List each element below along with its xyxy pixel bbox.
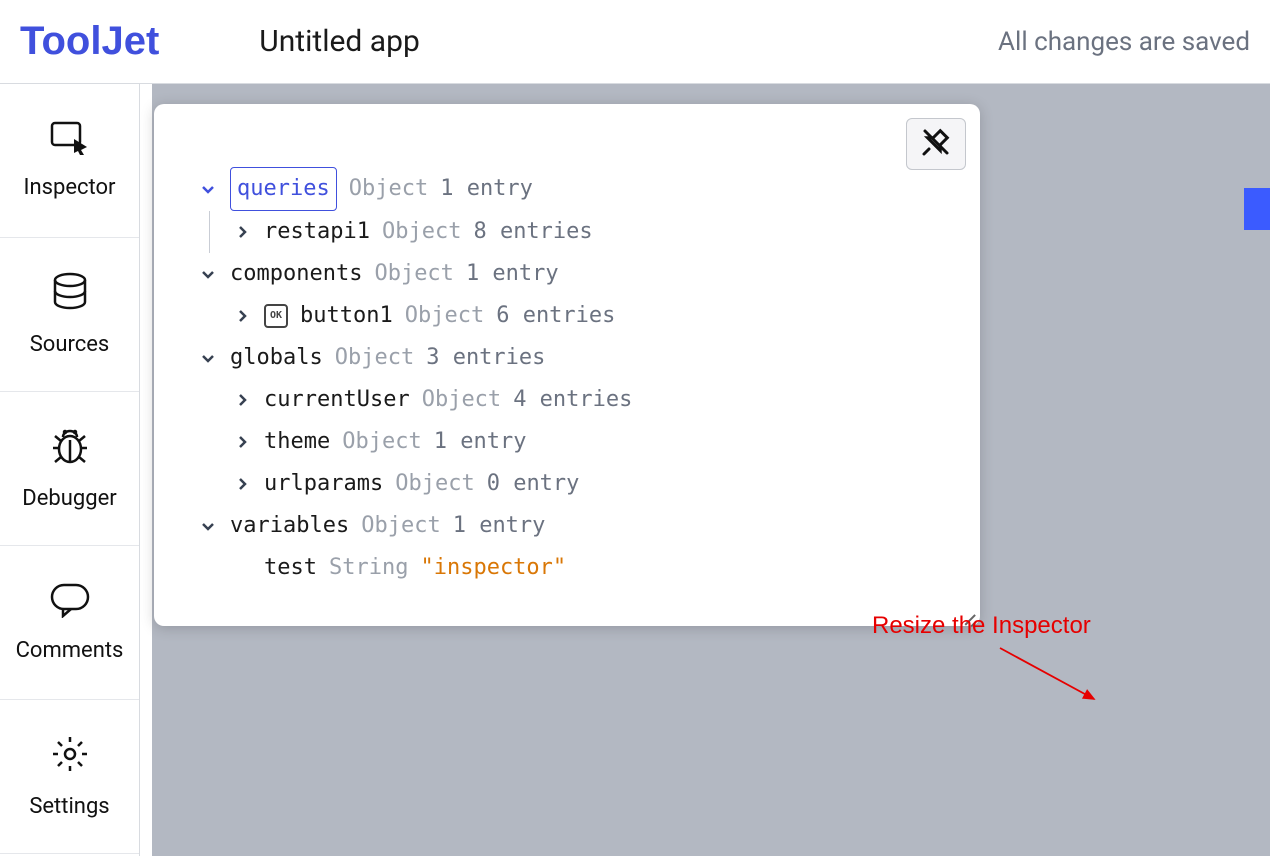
tree-node-currentuser[interactable]: currentUser Object 4 entries [200, 379, 960, 421]
tree-node-restapi1[interactable]: restapi1 Object 8 entries [234, 211, 960, 253]
tree-label: components [230, 253, 362, 295]
sidebar: Inspector Sources [0, 84, 140, 856]
save-status: All changes are saved [998, 27, 1250, 57]
tree-meta: 1 entry [453, 505, 546, 547]
type-label: Object [349, 168, 428, 210]
sidebar-item-label: Settings [29, 794, 109, 819]
sidebar-item-sources[interactable]: Sources [0, 238, 139, 392]
main: Inspector Sources [0, 84, 1270, 856]
tree-meta: 1 entry [466, 253, 559, 295]
sidebar-item-debugger[interactable]: Debugger [0, 392, 139, 546]
tree-label: button1 [300, 295, 393, 337]
chevron-right-icon [234, 392, 252, 408]
tree-node-queries[interactable]: queries Object 1 entry [200, 167, 960, 211]
app-title[interactable]: Untitled app [259, 24, 420, 59]
bug-icon [49, 426, 91, 472]
tree-node-globals[interactable]: globals Object 3 entries [200, 337, 960, 379]
logo[interactable]: ToolJet [20, 19, 159, 64]
sidebar-item-label: Sources [30, 332, 110, 357]
sidebar-item-label: Comments [16, 638, 124, 663]
tree-node-theme[interactable]: theme Object 1 entry [200, 421, 960, 463]
tree-node-urlparams[interactable]: urlparams Object 0 entry [200, 463, 960, 505]
type-label: Object [395, 463, 474, 505]
chevron-down-icon [200, 518, 218, 534]
inspector-tree: queries Object 1 entry restapi1 Object 8… [154, 122, 980, 589]
chevron-down-icon [200, 181, 218, 197]
type-label: Object [405, 295, 484, 337]
resize-handle[interactable] [962, 610, 976, 624]
tree-node-test[interactable]: · test String "inspector" [200, 547, 960, 589]
scroll-indicator[interactable] [1244, 188, 1270, 230]
tree-meta: 3 entries [426, 337, 545, 379]
chevron-right-icon [234, 308, 252, 324]
tree-meta: 1 entry [440, 168, 533, 210]
tree-label: queries [230, 167, 337, 211]
tree-label: restapi1 [264, 211, 370, 253]
canvas[interactable]: queries Object 1 entry restapi1 Object 8… [140, 84, 1270, 856]
tree-meta: 4 entries [513, 379, 632, 421]
chevron-down-icon [200, 266, 218, 282]
tree-label: urlparams [264, 463, 383, 505]
type-label: Object [374, 253, 453, 295]
component-type-icon: OK [264, 304, 288, 328]
tree-label: test [264, 547, 317, 589]
tree-node-button1[interactable]: OK button1 Object 6 entries [200, 295, 960, 337]
tree-node-components[interactable]: components Object 1 entry [200, 253, 960, 295]
tree-meta: 8 entries [473, 211, 592, 253]
tree-meta: 1 entry [434, 421, 527, 463]
sidebar-item-inspector[interactable]: Inspector [0, 84, 139, 238]
annotation-arrow-icon [994, 644, 1114, 714]
pin-icon [921, 127, 951, 161]
chevron-right-icon [234, 476, 252, 492]
pin-button[interactable] [906, 118, 966, 170]
tree-meta: 0 entry [487, 463, 580, 505]
database-icon [50, 272, 90, 318]
tree-value: "inspector" [420, 547, 566, 589]
gear-icon [50, 734, 90, 780]
chevron-down-icon [200, 350, 218, 366]
type-label: Object [422, 379, 501, 421]
type-label: String [329, 547, 408, 589]
type-label: Object [335, 337, 414, 379]
tree-label: theme [264, 421, 330, 463]
type-label: Object [382, 211, 461, 253]
sidebar-item-label: Inspector [23, 175, 115, 200]
sidebar-item-label: Debugger [22, 486, 116, 511]
tree-label: currentUser [264, 379, 410, 421]
tree-node-variables[interactable]: variables Object 1 entry [200, 505, 960, 547]
tree-label: globals [230, 337, 323, 379]
comment-icon [49, 582, 91, 624]
inspector-panel: queries Object 1 entry restapi1 Object 8… [154, 104, 980, 626]
topbar: ToolJet Untitled app All changes are sav… [0, 0, 1270, 84]
sidebar-item-comments[interactable]: Comments [0, 546, 139, 700]
tree-meta: 6 entries [496, 295, 615, 337]
sidebar-item-settings[interactable]: Settings [0, 700, 139, 854]
type-label: Object [342, 421, 421, 463]
chevron-right-icon [234, 434, 252, 450]
type-label: Object [361, 505, 440, 547]
tree-label: variables [230, 505, 349, 547]
chevron-right-icon [234, 224, 252, 240]
inspector-icon [50, 121, 90, 161]
